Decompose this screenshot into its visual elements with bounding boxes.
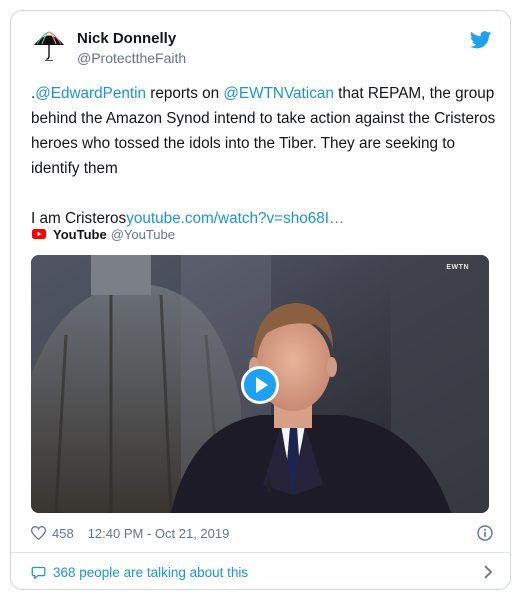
footer-divider (11, 552, 510, 553)
conversation-link[interactable]: 368 people are talking about this (31, 562, 493, 582)
video-thumbnail[interactable]: EWTN (31, 255, 489, 513)
play-icon (255, 377, 268, 393)
tweet-text-part1: reports on (146, 85, 224, 102)
author-block[interactable]: Nick Donnelly @ProtecttheFaith (77, 29, 186, 68)
tweet-timestamp[interactable]: 12:40 PM - Oct 21, 2019 (88, 526, 230, 541)
twitter-bird-icon[interactable] (470, 31, 492, 49)
ewtn-watermark: EWTN (446, 264, 469, 271)
umbrella-icon (34, 31, 64, 61)
youtube-attribution[interactable]: YouTube @YouTube (32, 225, 175, 243)
like-count[interactable]: 458 (52, 526, 74, 541)
youtube-name[interactable]: YouTube (53, 227, 107, 242)
youtube-handle[interactable]: @YouTube (111, 227, 175, 242)
avatar[interactable] (31, 28, 67, 64)
mention-edwardpentin[interactable]: @EdwardPentin (35, 85, 146, 102)
author-handle[interactable]: @ProtecttheFaith (77, 49, 186, 68)
chevron-right-icon[interactable] (483, 565, 493, 579)
talking-count-text[interactable]: 368 people are talking about this (53, 565, 248, 580)
tweet-card: Nick Donnelly @ProtecttheFaith .@EdwardP… (10, 10, 511, 590)
tweet-text: .@EdwardPentin reports on @EWTNVatican t… (31, 81, 499, 231)
info-icon[interactable] (477, 525, 493, 541)
reply-bubble-icon (31, 566, 46, 579)
mention-ewtnvatican[interactable]: @EWTNVatican (223, 85, 333, 102)
youtube-icon (32, 229, 46, 239)
tweet-meta: 458 12:40 PM - Oct 21, 2019 (31, 523, 493, 543)
heart-icon[interactable] (31, 526, 46, 540)
author-name[interactable]: Nick Donnelly (77, 29, 186, 48)
play-button[interactable] (241, 366, 279, 404)
